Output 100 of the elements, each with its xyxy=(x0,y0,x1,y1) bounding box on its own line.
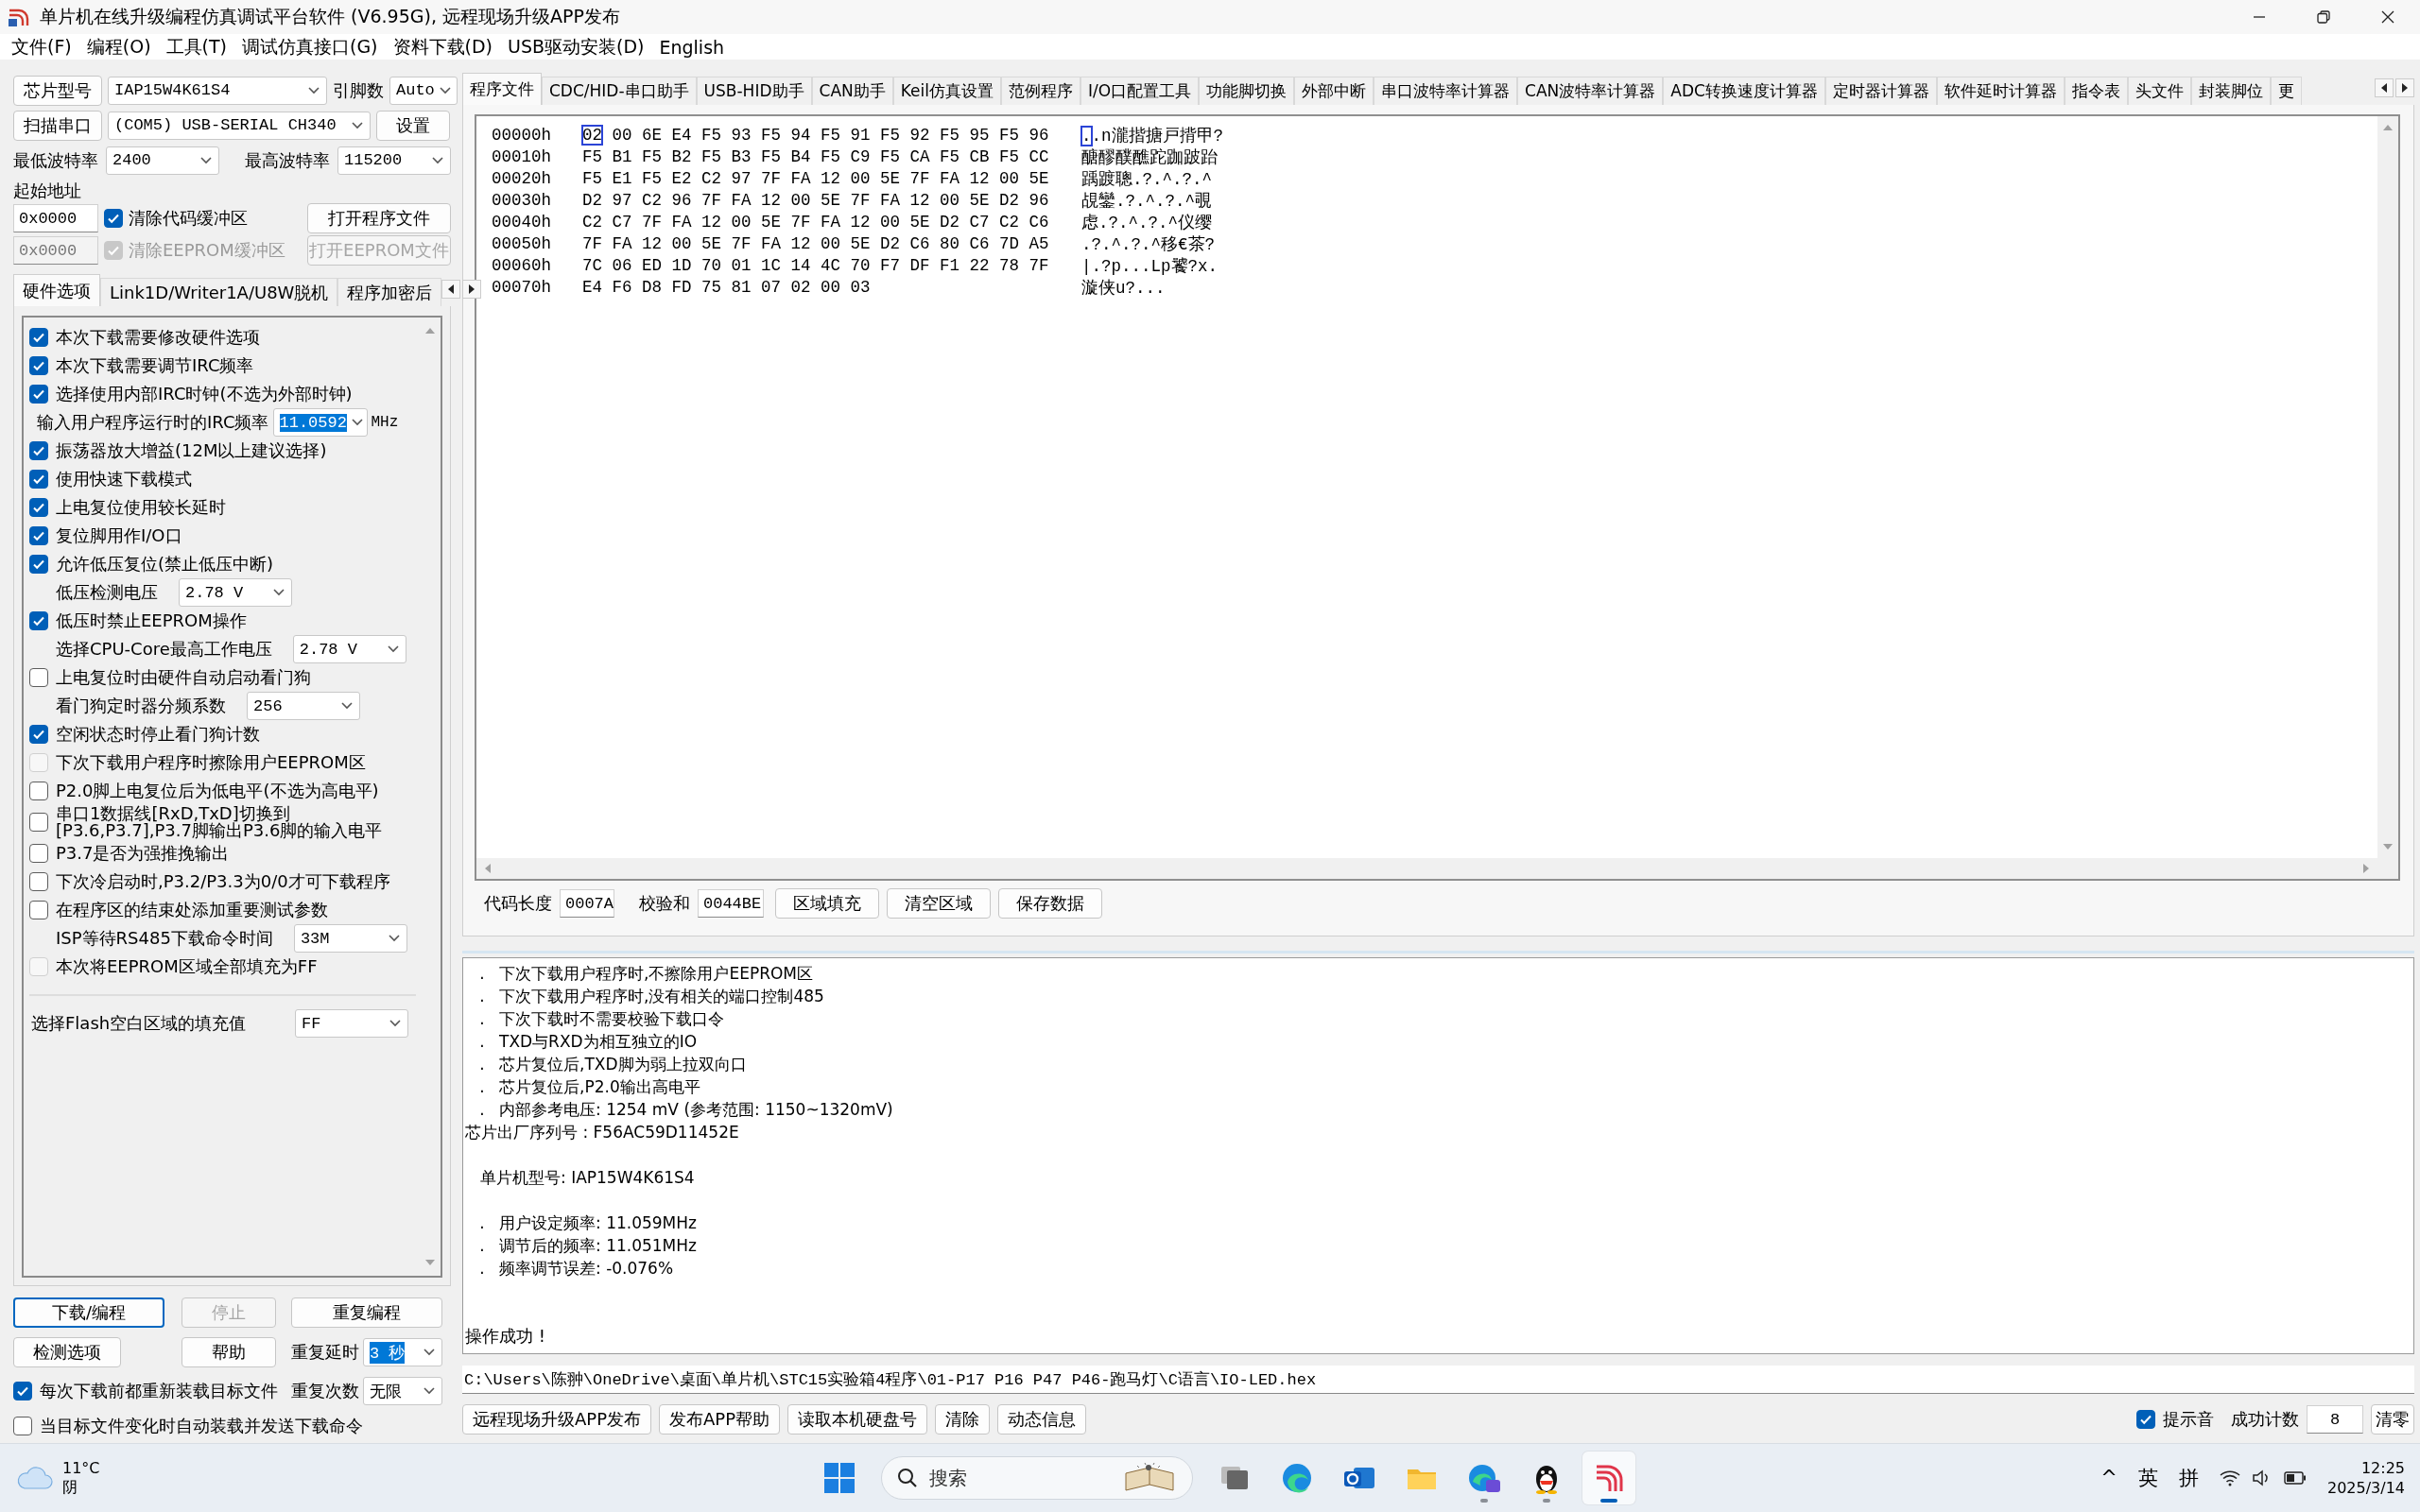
checkbox[interactable] xyxy=(13,1417,32,1435)
tab[interactable]: 更 xyxy=(2270,77,2302,105)
menu-item[interactable]: 资料下载(D) xyxy=(385,34,500,60)
button[interactable]: 帮助 xyxy=(182,1337,276,1367)
button[interactable]: 发布APP帮助 xyxy=(659,1404,781,1435)
button[interactable]: 清除 xyxy=(935,1404,991,1435)
button[interactable]: 读取本机硬盘号 xyxy=(787,1404,928,1435)
restore-icon[interactable] xyxy=(2316,9,2331,25)
tab[interactable]: 头文件 xyxy=(2127,77,2191,105)
tab[interactable]: Keil仿真设置 xyxy=(892,77,1001,105)
checkbox[interactable] xyxy=(29,813,48,832)
start-icon[interactable] xyxy=(823,1462,856,1494)
checkbox[interactable] xyxy=(29,725,48,744)
battery-icon[interactable] xyxy=(2283,1471,2307,1485)
tab[interactable]: CAN助手 xyxy=(811,77,893,105)
tab[interactable]: 外部中断 xyxy=(1294,77,1374,105)
search-box[interactable]: 搜索 xyxy=(881,1456,1193,1500)
menu-item[interactable]: 工具(T) xyxy=(158,34,234,60)
option-dropdown[interactable]: 256 xyxy=(247,692,360,720)
checksum-field[interactable]: 0044BE xyxy=(698,889,764,918)
menu-item[interactable]: 调试仿真接口(G) xyxy=(234,34,386,60)
menu-item[interactable]: 编程(O) xyxy=(78,34,159,60)
checkbox[interactable] xyxy=(104,209,123,228)
scan-port-button[interactable]: 扫描串口 xyxy=(13,110,102,141)
button[interactable]: 检测选项 xyxy=(13,1337,121,1367)
checkbox[interactable] xyxy=(13,1382,32,1400)
min-baud-dropdown[interactable]: 2400 xyxy=(106,146,219,175)
input-mode-label[interactable]: 拼 xyxy=(2178,1465,2199,1491)
settings-button[interactable]: 设置 xyxy=(376,110,450,141)
serial-port-dropdown[interactable]: (COM5) USB-SERIAL CH340 xyxy=(108,111,371,140)
success-count-field[interactable]: 8 xyxy=(2307,1405,2363,1434)
check-icon xyxy=(32,728,45,741)
option-dropdown[interactable]: 33M xyxy=(293,924,407,953)
address-field[interactable]: 0x0000 xyxy=(13,204,98,232)
search-field[interactable]: 搜索 xyxy=(927,1466,1107,1490)
button[interactable]: 清空区域 xyxy=(887,888,991,919)
button[interactable]: 区域填充 xyxy=(775,888,879,919)
tab[interactable]: 软件延时计算器 xyxy=(1936,77,2065,105)
reset-button[interactable]: 清零 xyxy=(2371,1404,2414,1435)
frequency-dropdown[interactable]: 11.0592 xyxy=(272,408,368,437)
tab[interactable]: CDC/HID-串口助手 xyxy=(542,77,697,105)
chip-model-button[interactable]: 芯片型号 xyxy=(13,75,102,106)
checkbox[interactable] xyxy=(29,356,48,375)
menu-item[interactable]: English xyxy=(651,36,733,58)
checkbox[interactable] xyxy=(29,526,48,545)
button[interactable]: 远程现场升级APP发布 xyxy=(462,1404,652,1435)
checkbox[interactable] xyxy=(29,328,48,347)
checkbox[interactable] xyxy=(29,470,48,489)
pin-count-dropdown[interactable]: Auto xyxy=(389,76,458,105)
address-label: 00040h xyxy=(492,213,552,232)
checkbox[interactable] xyxy=(29,441,48,460)
checkbox[interactable] xyxy=(2136,1410,2155,1429)
tab[interactable]: CAN波特率计算器 xyxy=(1517,77,1664,105)
wifi-icon[interactable] xyxy=(2219,1469,2240,1486)
checkbox[interactable] xyxy=(29,844,48,863)
repeat-delay-dropdown[interactable]: 3 秒 xyxy=(363,1338,442,1366)
button[interactable]: 重复编程 xyxy=(291,1297,442,1328)
tab[interactable]: 指令表 xyxy=(2064,77,2128,105)
chip-model-dropdown[interactable]: IAP15W4K61S4 xyxy=(108,76,327,105)
max-baud-dropdown[interactable]: 115200 xyxy=(337,146,451,175)
menu-item[interactable]: 文件(F) xyxy=(4,34,79,60)
tab[interactable]: Link1D/Writer1A/U8W脱机 xyxy=(100,278,338,306)
option-dropdown[interactable]: 2.78 V xyxy=(179,578,292,607)
option-dropdown[interactable]: 2.78 V xyxy=(292,635,406,663)
input-language-label[interactable]: 英 xyxy=(2137,1465,2158,1491)
tab[interactable]: 范例程序 xyxy=(1000,77,1080,105)
browser-icon[interactable] xyxy=(1280,1461,1314,1495)
button[interactable]: 下载/编程 xyxy=(13,1297,164,1328)
checkbox[interactable] xyxy=(29,901,48,919)
checkbox[interactable] xyxy=(29,668,48,687)
close-icon[interactable] xyxy=(2380,9,2395,25)
menu-item[interactable]: USB驱动安装(D) xyxy=(500,34,652,60)
checkbox[interactable] xyxy=(29,498,48,517)
caret-icon xyxy=(199,155,213,165)
tab[interactable]: 串口波特率计算器 xyxy=(1374,77,1518,105)
tab[interactable]: I/O口配置工具 xyxy=(1080,77,1200,105)
tab[interactable]: 程序加密后 xyxy=(337,278,442,306)
caret-icon xyxy=(431,155,444,165)
caret-icon xyxy=(272,588,285,597)
address-label: 00030h xyxy=(492,191,552,210)
checkbox[interactable] xyxy=(29,872,48,891)
tab[interactable]: USB-HID助手 xyxy=(696,77,812,105)
tab[interactable]: 硬件选项 xyxy=(13,274,100,306)
show-hidden-icons-button[interactable]: ^ xyxy=(2100,1467,2118,1489)
repeat-count-dropdown[interactable]: 无限 xyxy=(363,1377,442,1405)
hex-bytes: E4 F6 D8 FD 75 81 07 02 00 03 xyxy=(582,278,872,297)
checkbox[interactable] xyxy=(29,555,48,574)
button[interactable]: 保存数据 xyxy=(998,888,1102,919)
open-file-button[interactable]: 打开程序文件 xyxy=(307,203,451,233)
tab[interactable]: 封装脚位 xyxy=(2190,77,2271,105)
checkbox[interactable] xyxy=(29,611,48,630)
tab[interactable]: 程序文件 xyxy=(462,73,542,105)
checkbox[interactable] xyxy=(29,782,48,800)
fill-value-dropdown[interactable]: FF xyxy=(295,1009,408,1038)
checkbox[interactable] xyxy=(29,385,48,404)
tab[interactable]: 定时器计算器 xyxy=(1824,77,1937,105)
tab[interactable]: ADC转换速度计算器 xyxy=(1663,77,1825,105)
tab[interactable]: 功能脚切换 xyxy=(1199,77,1295,105)
button[interactable]: 动态信息 xyxy=(997,1404,1087,1435)
code-length-field[interactable]: 0007A xyxy=(560,889,614,918)
